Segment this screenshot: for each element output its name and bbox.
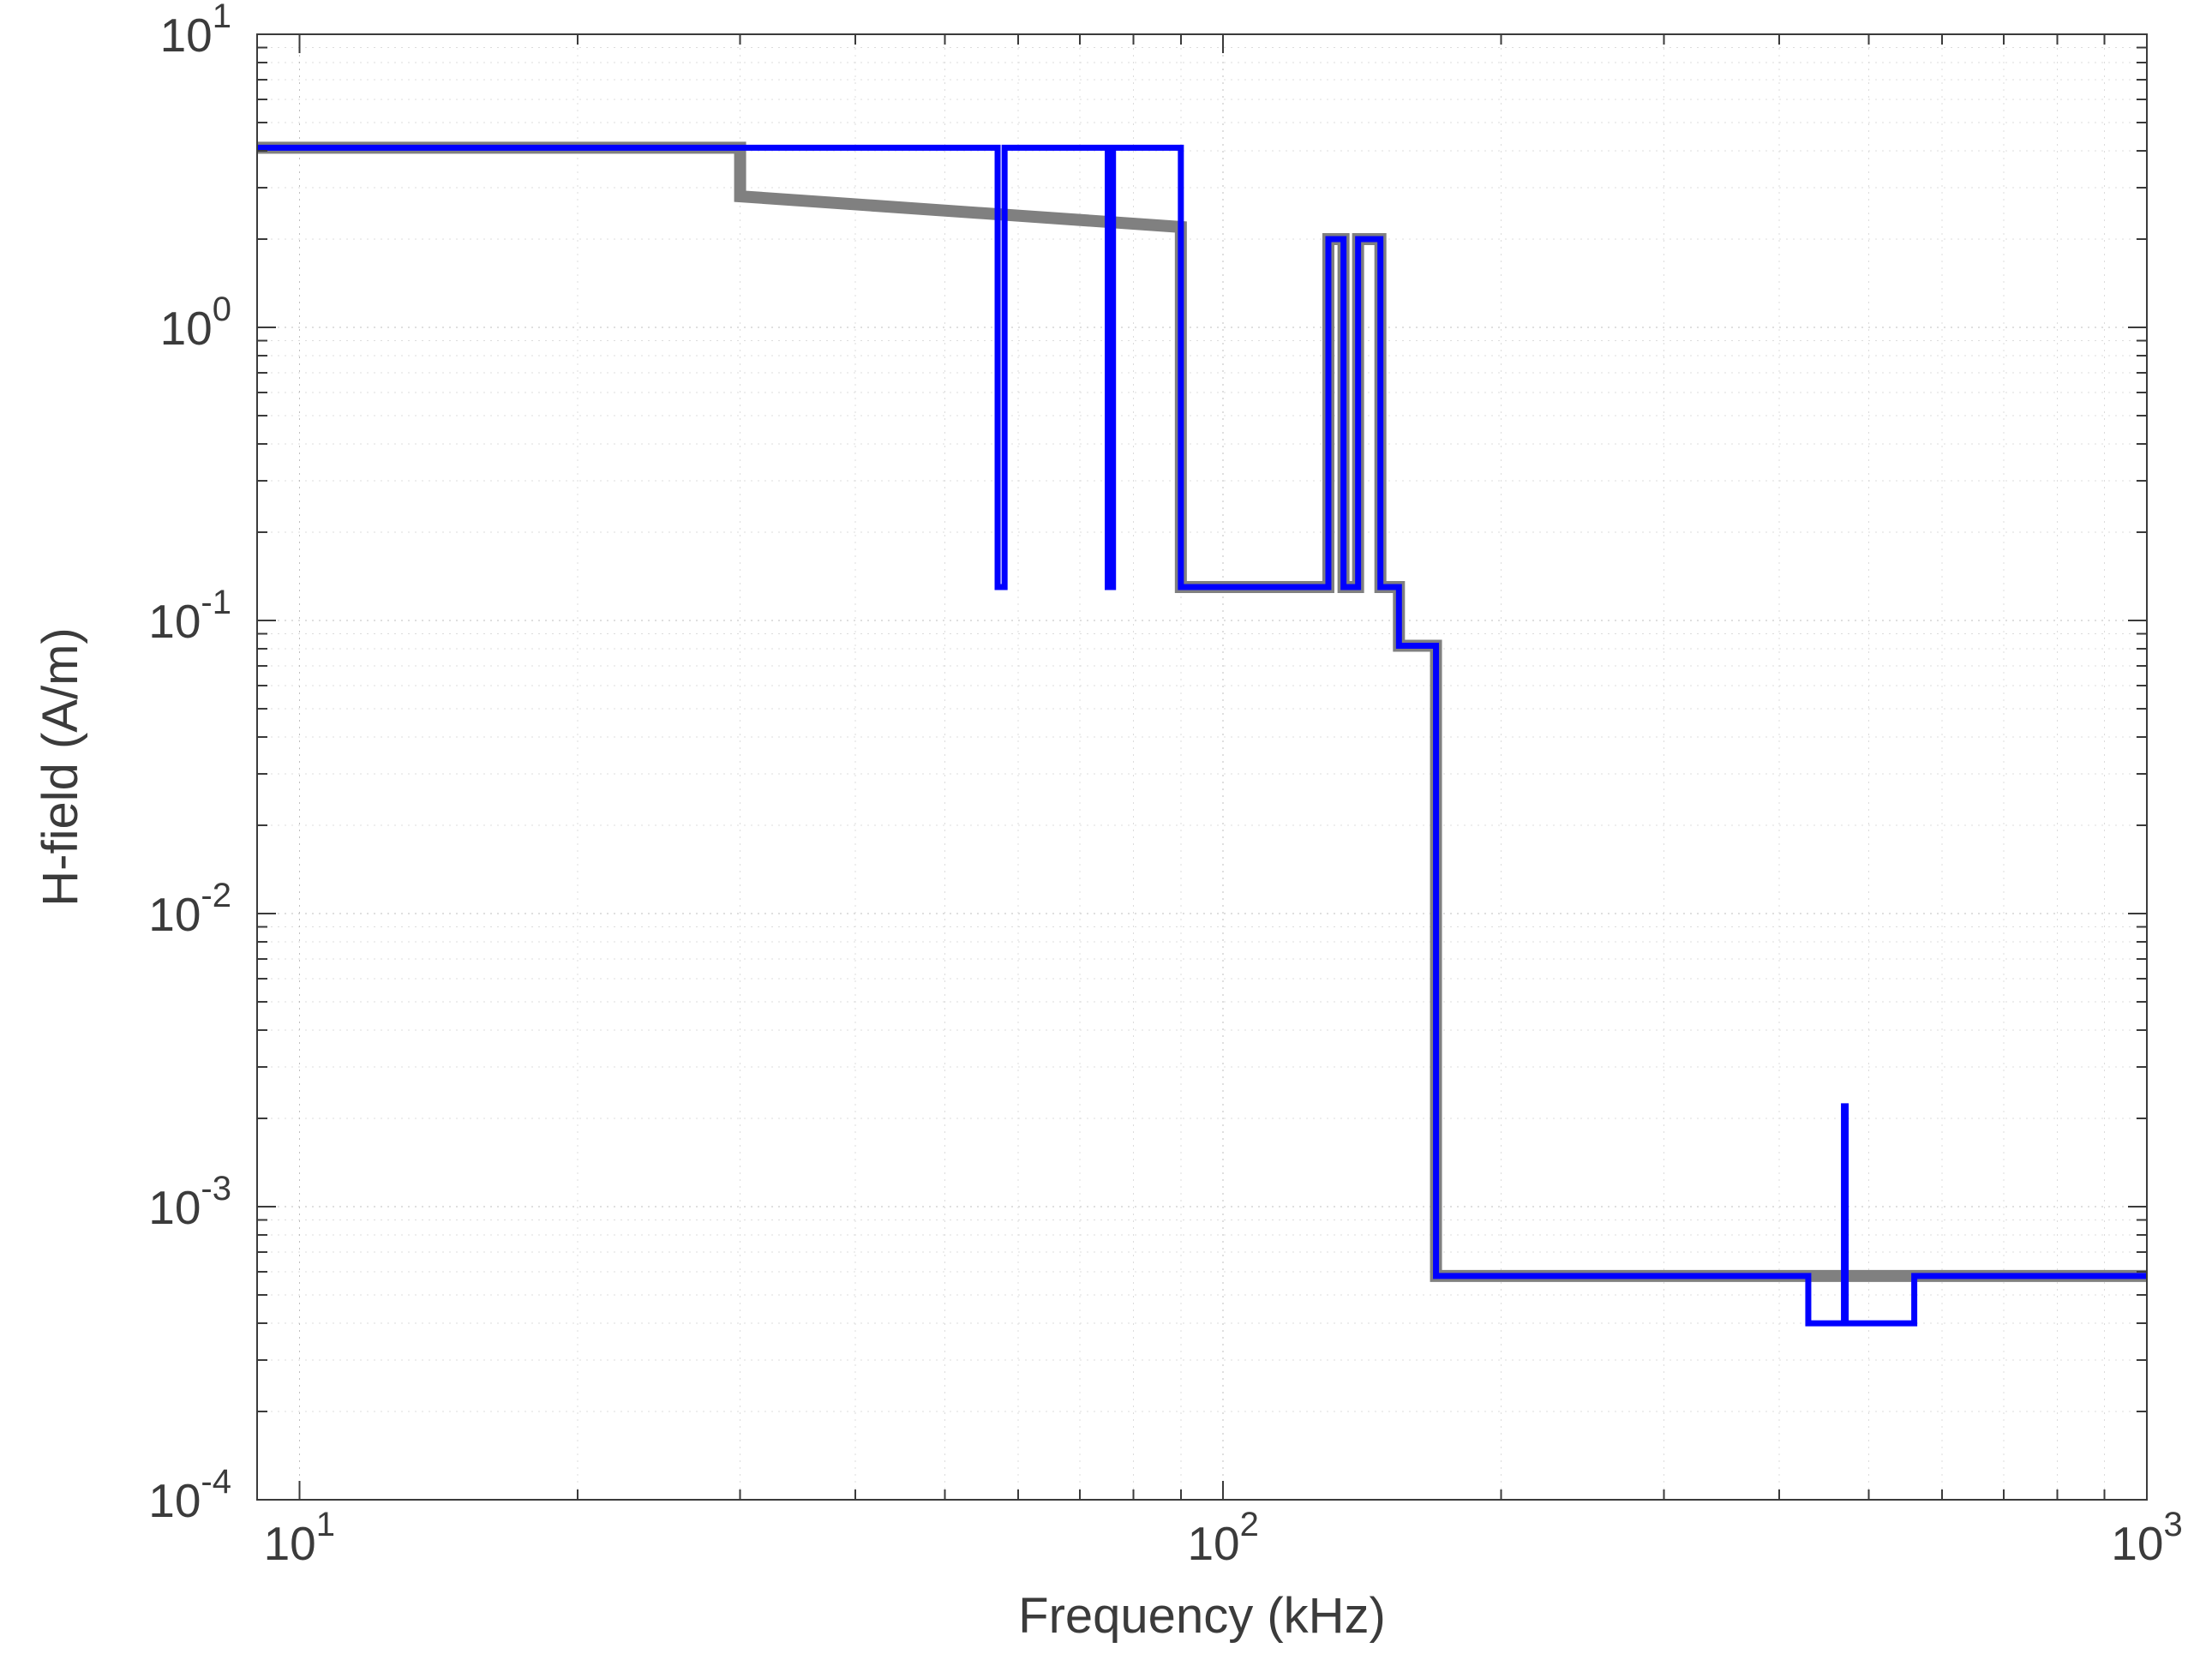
tick-label: 100 bbox=[160, 291, 231, 355]
x-axis-label: Frequency (kHz) bbox=[1018, 1588, 1386, 1644]
tick-label: 10-1 bbox=[148, 584, 231, 648]
series-gray bbox=[257, 147, 2147, 1275]
tick-label: 103 bbox=[2111, 1506, 2182, 1570]
plot-svg: 101 102 103 10-4 10-3 10-2 10-1 100 101 Frequency… bbox=[0, 0, 2212, 1666]
tick-label: 101 bbox=[160, 0, 231, 62]
tick-label: 102 bbox=[1187, 1506, 1258, 1570]
tick-label: 10-4 bbox=[148, 1463, 231, 1527]
tick-label: 10-3 bbox=[148, 1170, 231, 1234]
y-axis-label: H-field (A/m) bbox=[33, 627, 88, 906]
tick-label: 10-2 bbox=[148, 877, 231, 941]
tick-label: 101 bbox=[264, 1506, 335, 1570]
series-blue bbox=[257, 147, 2147, 1323]
chart-container: 101 102 103 10-4 10-3 10-2 10-1 100 101 Frequency… bbox=[0, 0, 2212, 1666]
